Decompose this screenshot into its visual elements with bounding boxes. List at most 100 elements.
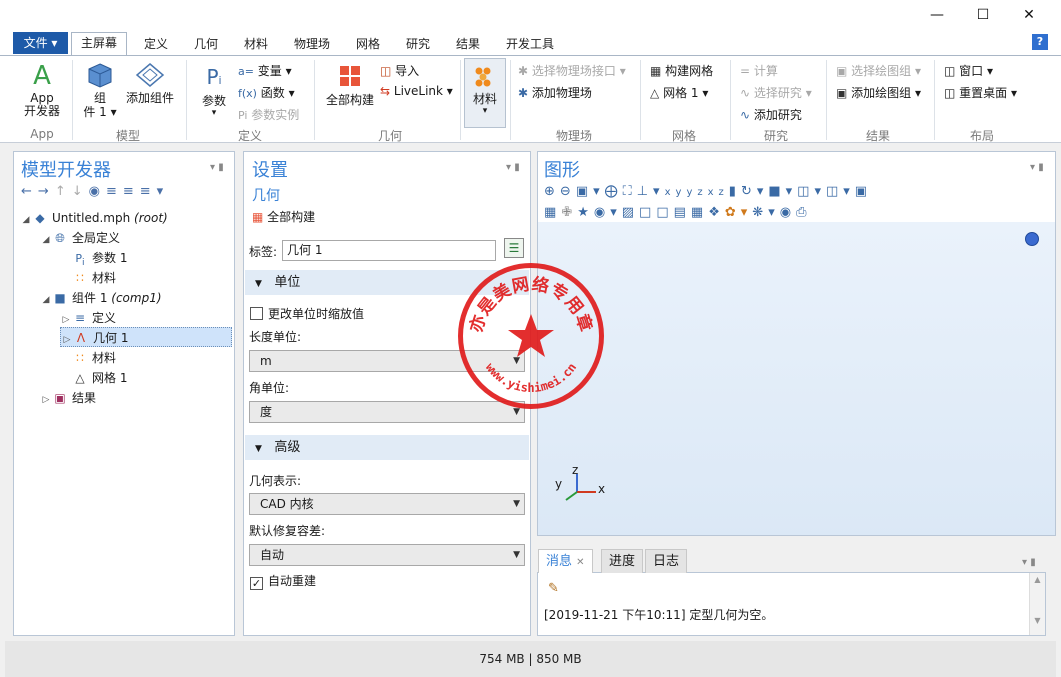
- forward-arrow-icon[interactable]: →: [38, 184, 55, 199]
- collapse-triangle-icon[interactable]: ◢: [40, 290, 52, 310]
- camera-settings-icon[interactable]: ❋▾: [752, 205, 779, 220]
- palette-icon[interactable]: ✿▾: [725, 205, 752, 220]
- zoom-out-icon[interactable]: ⊖: [560, 184, 576, 199]
- view-yz-icon[interactable]: yz: [686, 187, 707, 198]
- wireframe-icon[interactable]: □: [639, 205, 656, 220]
- livelink-button[interactable]: ⇆ LiveLink ▾: [380, 84, 453, 98]
- select-icon[interactable]: ■▾: [768, 184, 797, 199]
- param-case-button[interactable]: Pi 参数实例: [238, 106, 299, 123]
- move-down-icon[interactable]: ↓: [72, 184, 89, 199]
- windows-button[interactable]: ◫ 窗口 ▾: [944, 62, 993, 79]
- select-physics-interface-button[interactable]: ✱ 选择物理场接口 ▾: [518, 62, 626, 79]
- panel-menu-icon[interactable]: ▾ ▮: [506, 162, 520, 173]
- zoom-box-icon[interactable]: ▣▾: [576, 184, 605, 199]
- close-tab-icon[interactable]: ✕: [576, 557, 584, 568]
- file-menu-button[interactable]: 文件 ▾: [13, 32, 68, 54]
- component-button[interactable]: 组 件 1 ▾: [80, 62, 120, 124]
- geom-rep-select[interactable]: CAD 内核 ▼: [249, 493, 525, 515]
- panel-menu-icon[interactable]: ▾ ▮: [1022, 557, 1036, 568]
- scene-icon[interactable]: [1025, 232, 1039, 246]
- table-icon[interactable]: ▦: [691, 205, 708, 220]
- build-mesh-button[interactable]: ▦ 构建网格: [650, 62, 713, 79]
- image-export-icon[interactable]: ◫▾: [797, 184, 826, 199]
- advanced-section-header[interactable]: ▼ 高级: [245, 435, 529, 460]
- angle-unit-select[interactable]: 度 ▼: [249, 401, 525, 423]
- view-axis-icon[interactable]: ⊥▾: [637, 184, 665, 199]
- minimize-icon[interactable]: —: [914, 0, 960, 30]
- label-reset-icon[interactable]: ☰: [504, 238, 524, 258]
- tree-item-mesh[interactable]: △ 网格 1: [72, 368, 127, 388]
- variables-button[interactable]: a= 变量 ▾: [238, 62, 292, 79]
- collapse-triangle-icon[interactable]: ◢: [40, 230, 52, 250]
- functions-button[interactable]: f(x) 函数 ▾: [238, 84, 295, 101]
- tree-item-parameters[interactable]: Pi 参数 1: [60, 248, 127, 268]
- tree-item-component[interactable]: ◢ ■ 组件 1 (comp1): [40, 288, 162, 308]
- auto-rebuild-checkbox[interactable]: ✓ 自动重建: [250, 572, 316, 590]
- scene-light-icon[interactable]: ▣: [855, 184, 872, 199]
- show-icon[interactable]: ◉: [89, 184, 106, 199]
- tree-item-definitions[interactable]: ▷ ≡ 定义: [60, 308, 116, 328]
- color-table-icon[interactable]: ❖: [708, 205, 725, 220]
- tree-options-icon[interactable]: ≡▾: [140, 184, 169, 199]
- print-settings-icon[interactable]: ◫▾: [826, 184, 855, 199]
- app-builder-button[interactable]: A App 开发器: [18, 60, 66, 124]
- tab-study[interactable]: 研究: [400, 34, 436, 55]
- tab-messages[interactable]: 消息 ✕: [538, 549, 593, 573]
- zoom-selected-icon[interactable]: ⨁: [605, 184, 623, 199]
- zoom-in-icon[interactable]: ⊕: [544, 184, 560, 199]
- grid-icon[interactable]: ▤: [674, 205, 691, 220]
- view-xy-icon[interactable]: xy: [665, 187, 687, 198]
- transparency-icon[interactable]: ★: [577, 205, 594, 220]
- repair-tol-select[interactable]: 自动 ▼: [249, 544, 525, 566]
- clear-broom-icon[interactable]: ✎: [548, 581, 559, 596]
- build-all-button[interactable]: 全部构建: [322, 64, 378, 124]
- tab-physics[interactable]: 物理场: [288, 34, 336, 55]
- select-study-button[interactable]: ∿ 选择研究 ▾: [740, 84, 812, 101]
- add-study-button[interactable]: ∿ 添加研究: [740, 106, 802, 123]
- tree-item-global-materials[interactable]: ∷ 材料: [60, 268, 116, 288]
- tree-item-global-defs[interactable]: ◢ 🌐︎ 全局定义: [40, 228, 120, 248]
- select-plot-group-button[interactable]: ▣ 选择绘图组 ▾: [836, 62, 921, 79]
- scroll-down-icon[interactable]: ▼: [1030, 616, 1045, 625]
- view-options-icon[interactable]: ◉▾: [594, 205, 622, 220]
- settings-build-all-button[interactable]: ▦ 全部构建: [252, 208, 315, 225]
- import-button[interactable]: ◫ 导入: [380, 62, 419, 79]
- zoom-extents-icon[interactable]: ⛶: [623, 184, 637, 199]
- collapse-triangle-icon[interactable]: ◢: [20, 210, 32, 230]
- add-physics-button[interactable]: ✱ 添加物理场: [518, 84, 592, 101]
- tree-item-materials[interactable]: ∷ 材料: [72, 348, 116, 368]
- view-3d-icon[interactable]: ▮: [729, 184, 741, 199]
- close-icon[interactable]: ✕: [1006, 0, 1052, 30]
- tree-item-results[interactable]: ▷ ▣ 结果: [40, 388, 96, 408]
- tab-definitions[interactable]: 定义: [138, 34, 174, 55]
- materials-button[interactable]: 材料 ▾: [464, 58, 506, 128]
- scroll-up-icon[interactable]: ▲: [1030, 575, 1045, 584]
- collapse-icon[interactable]: ≡: [123, 184, 140, 199]
- tab-geometry[interactable]: 几何: [188, 34, 224, 55]
- label-input[interactable]: 几何 1: [282, 240, 496, 261]
- render-icon[interactable]: ▨: [622, 205, 639, 220]
- back-arrow-icon[interactable]: ←: [21, 184, 38, 199]
- tab-home[interactable]: 主屏幕: [71, 32, 127, 55]
- print-icon[interactable]: ⎙: [796, 205, 811, 220]
- panel-menu-icon[interactable]: ▾ ▮: [210, 162, 224, 173]
- mesh1-button[interactable]: △ 网格 1 ▾: [650, 84, 708, 101]
- tab-developer[interactable]: 开发工具: [500, 34, 560, 55]
- add-plot-group-button[interactable]: ▣ 添加绘图组 ▾: [836, 84, 921, 101]
- tree-item-root[interactable]: ◢ ◆ Untitled.mph (root): [20, 208, 168, 228]
- tab-mesh[interactable]: 网格: [350, 34, 386, 55]
- move-up-icon[interactable]: ↑: [55, 184, 72, 199]
- tab-results[interactable]: 结果: [450, 34, 486, 55]
- panel-menu-icon[interactable]: ▾ ▮: [1030, 162, 1044, 173]
- tab-materials[interactable]: 材料: [238, 34, 274, 55]
- messages-scrollbar[interactable]: ▲ ▼: [1029, 573, 1045, 635]
- parameters-button[interactable]: Pi 参数 ▾: [196, 64, 232, 124]
- tab-log[interactable]: 日志: [645, 549, 688, 573]
- view-xz-icon[interactable]: xz: [708, 187, 729, 198]
- expand-icon[interactable]: ≡: [106, 184, 123, 199]
- expand-triangle-icon[interactable]: ▷: [40, 390, 52, 410]
- screenshot-icon[interactable]: ◉: [780, 205, 796, 220]
- tab-progress[interactable]: 进度: [601, 549, 644, 573]
- selection-list-icon[interactable]: ▦: [544, 205, 561, 220]
- help-icon[interactable]: ?: [1032, 34, 1048, 50]
